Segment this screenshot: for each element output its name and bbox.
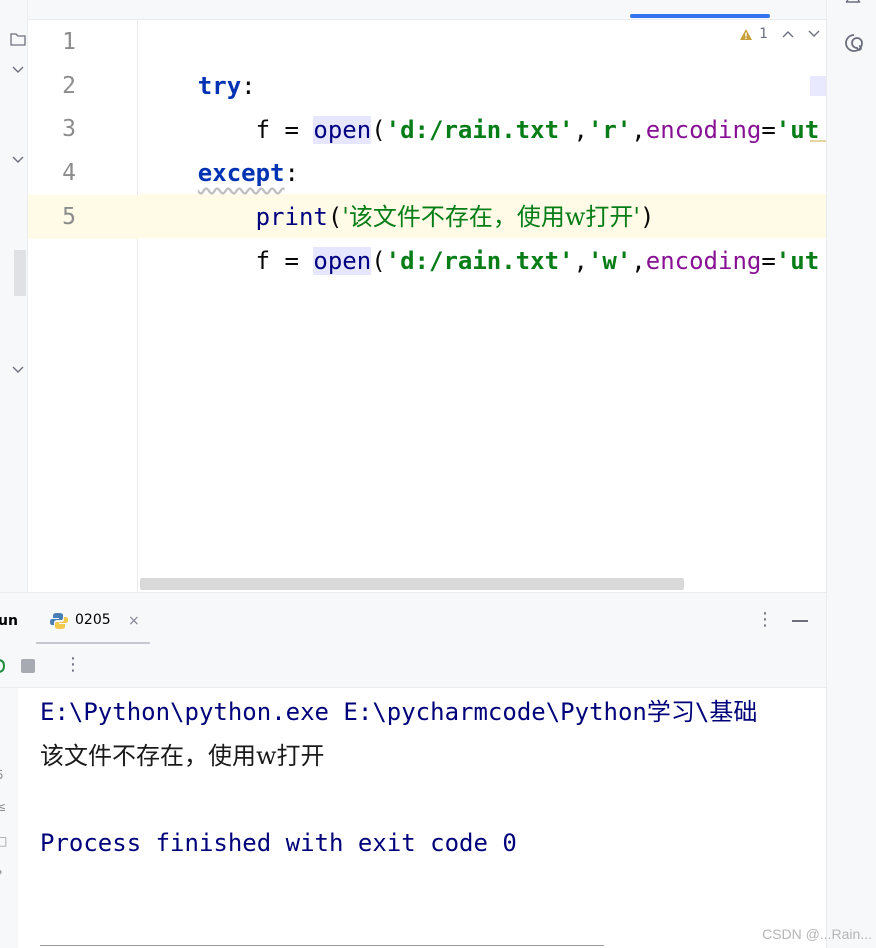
project-tool-strip xyxy=(0,0,28,592)
run-tab-label: 0205 xyxy=(75,612,111,628)
run-toolbar: ⋮ xyxy=(0,644,826,688)
gutter-glyph: □ xyxy=(0,834,8,848)
equals: = xyxy=(761,247,776,275)
gutter-glyph: ? xyxy=(0,868,2,882)
comma: , xyxy=(573,247,588,275)
chevron-down-icon[interactable] xyxy=(12,66,24,74)
equals: = xyxy=(761,116,776,144)
code-line-4: print('该文件不存在，使用w打开') xyxy=(140,151,655,231)
more-options-icon[interactable]: ⋮ xyxy=(756,609,774,630)
paren: ( xyxy=(371,116,386,144)
close-icon[interactable]: × xyxy=(128,613,140,629)
comma: , xyxy=(631,247,646,275)
code-editor[interactable]: try: f = open('d:/rain.txt','r',encoding… xyxy=(138,20,826,592)
code-line-3: except: xyxy=(140,107,299,187)
string-path: 'd:/rain.txt' xyxy=(385,116,574,144)
code-line-1: try: xyxy=(140,20,256,100)
editor-tab-bar xyxy=(28,0,826,20)
line-number: 2 xyxy=(62,73,76,99)
python-icon xyxy=(50,613,68,629)
notifications-icon[interactable] xyxy=(845,0,861,4)
gutter-glyph: ≤ xyxy=(0,800,7,814)
more-options-icon[interactable]: ⋮ xyxy=(64,654,82,675)
horizontal-scrollbar[interactable] xyxy=(140,578,684,590)
param-encoding: encoding xyxy=(645,247,762,275)
string-path: 'd:/rain.txt' xyxy=(385,247,574,275)
line-number-current: 5 xyxy=(28,195,138,239)
chevron-down-icon[interactable] xyxy=(12,156,24,164)
param-encoding: encoding xyxy=(645,116,762,144)
warning-icon xyxy=(740,28,753,40)
console-output-line: 该文件不存在，使用w打开 xyxy=(40,742,325,770)
string-encoding-value: 'ut xyxy=(775,247,820,275)
line-number: 3 xyxy=(62,116,76,142)
console-gutter: 5 ≤ □ ? xyxy=(0,688,18,948)
assign-prefix: f = xyxy=(197,247,314,275)
folder-icon[interactable] xyxy=(10,32,26,46)
rerun-icon[interactable] xyxy=(0,658,6,674)
stop-icon[interactable] xyxy=(21,659,35,673)
console-exit-line: Process finished with exit code 0 xyxy=(40,829,517,857)
chevron-up-icon[interactable] xyxy=(782,30,794,38)
run-tool-window-header: un 0205 × ⋮ xyxy=(0,592,826,645)
watermark: CSDN @...Rain... xyxy=(762,926,872,942)
comma: , xyxy=(631,116,646,144)
error-stripe-marker[interactable] xyxy=(810,140,826,142)
paren: ( xyxy=(371,247,386,275)
console-output[interactable]: E:\Python\python.exe E:\pycharmcode\Pyth… xyxy=(18,688,826,948)
line-number: 4 xyxy=(62,160,76,186)
string-mode: 'r' xyxy=(587,116,632,144)
right-tool-strip xyxy=(826,0,876,948)
active-tab-indicator xyxy=(630,14,770,18)
code-line-2: f = open('d:/rain.txt','r',encoding='ut xyxy=(140,64,819,144)
gutter-glyph: 5 xyxy=(0,768,4,782)
warning-count: 1 xyxy=(759,26,768,42)
chevron-down-icon[interactable] xyxy=(12,366,24,374)
line-number-gutter[interactable]: 1 2 3 4 5 xyxy=(28,20,138,592)
minimize-icon[interactable] xyxy=(792,620,808,622)
run-window-title: un xyxy=(0,613,18,629)
ai-assistant-icon[interactable] xyxy=(843,32,865,54)
code-line-5: f = open('d:/rain.txt','w',encoding='ut xyxy=(140,195,819,275)
strip-scrollbar[interactable] xyxy=(14,250,26,296)
chevron-down-icon[interactable] xyxy=(808,30,820,38)
comma: , xyxy=(573,116,588,144)
string-mode: 'w' xyxy=(587,247,632,275)
line-number: 1 xyxy=(62,29,76,55)
error-stripe-marker[interactable] xyxy=(810,76,826,96)
builtin-open: open xyxy=(313,247,372,275)
run-config-tab[interactable]: 0205 × xyxy=(36,593,150,645)
inspection-widget[interactable]: 1 xyxy=(739,26,820,42)
console-command-line: E:\Python\python.exe E:\pycharmcode\Pyth… xyxy=(40,698,758,726)
builtin-open: open xyxy=(313,116,372,144)
console-horizontal-scrollbar[interactable] xyxy=(40,945,604,946)
